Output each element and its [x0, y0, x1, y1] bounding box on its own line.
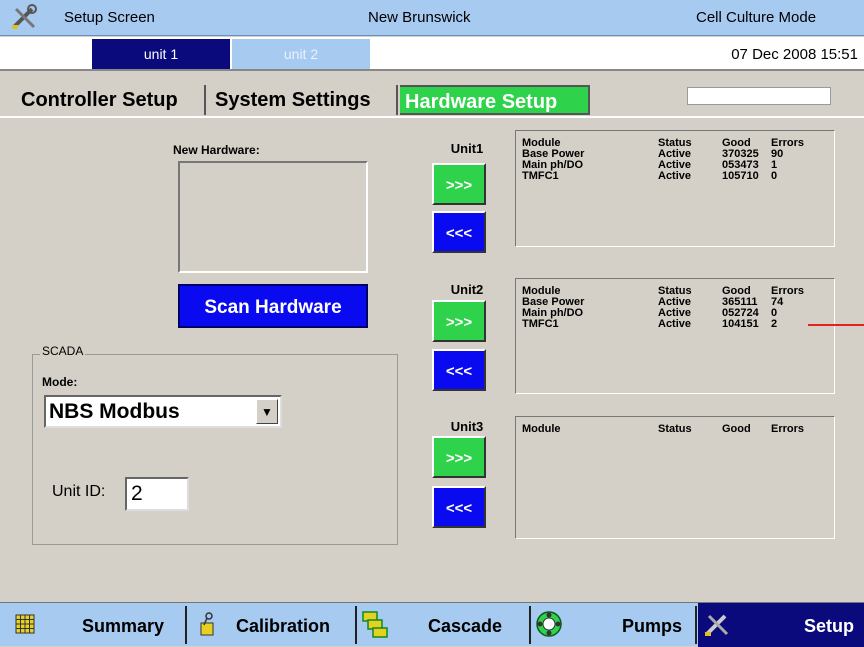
cell-good: 104151: [722, 318, 759, 330]
date-time: 07 Dec 2008 15:51: [731, 46, 858, 63]
unit-id-field[interactable]: 2: [125, 477, 189, 511]
cell-good: 105710: [722, 170, 759, 182]
tab-bar: Controller Setup System Settings Hardwar…: [0, 85, 864, 117]
scada-group: [32, 354, 398, 545]
tools-icon: [705, 614, 729, 636]
mode-value: NBS Modbus: [49, 400, 180, 423]
nav-cascade[interactable]: Cascade: [358, 603, 530, 647]
unit-1-tab[interactable]: unit 1: [92, 39, 230, 69]
cell-module: TMFC1: [522, 170, 559, 182]
nav-summary-label: Summary: [82, 616, 165, 636]
tab-system-settings[interactable]: System Settings: [210, 85, 398, 115]
cell-errors: 2: [771, 318, 778, 330]
nav-pumps[interactable]: Pumps: [532, 603, 696, 647]
blank-field: [687, 87, 831, 105]
new-hardware-label: New Hardware:: [173, 143, 260, 157]
grid-icon: [15, 614, 35, 634]
nav-cascade-label: Cascade: [428, 616, 503, 636]
unit3-label: Unit3: [450, 419, 484, 434]
cell-module: TMFC1: [522, 318, 559, 330]
nav-summary[interactable]: Summary: [0, 603, 186, 647]
cell-status: Active: [658, 318, 692, 330]
cell-errors: 0: [771, 170, 778, 182]
unit-id-label: Unit ID:: [52, 483, 106, 500]
col-good: Good: [722, 423, 751, 435]
tab-controller-setup[interactable]: Controller Setup: [16, 85, 206, 115]
unit-2-tab[interactable]: unit 2: [232, 39, 370, 69]
mode-label: Mode:: [42, 375, 78, 389]
nav-setup[interactable]: Setup: [698, 603, 864, 647]
unit3-add-button[interactable]: >>>: [432, 436, 486, 478]
nav-divider: [355, 606, 357, 644]
unit2-module-list[interactable]: Module Status Good Errors Base Power Act…: [515, 278, 835, 394]
cell-status: Active: [658, 170, 692, 182]
divider: [0, 116, 864, 118]
unit1-label: Unit1: [450, 141, 484, 156]
dropdown-arrow-icon[interactable]: ▼: [256, 399, 278, 424]
nav-pumps-label: Pumps: [622, 616, 683, 636]
col-errors: Errors: [771, 423, 805, 435]
nav-calibration[interactable]: Calibration: [188, 603, 356, 647]
brand-title: New Brunswick: [368, 9, 471, 26]
scada-legend: SCADA: [40, 344, 86, 358]
nav-divider: [695, 606, 697, 644]
unit2-remove-button[interactable]: <<<: [432, 349, 486, 391]
col-status: Status: [658, 423, 692, 435]
mode-select[interactable]: NBS Modbus ▼: [44, 395, 282, 428]
unit1-module-list[interactable]: Module Status Good Errors Base Power Act…: [515, 130, 835, 247]
unit-bar: unit 1 unit 2 07 Dec 2008 15:51: [0, 37, 864, 71]
nav-setup-label: Setup: [804, 616, 855, 636]
unit1-add-button[interactable]: >>>: [432, 163, 486, 205]
tab-hardware-setup[interactable]: Hardware Setup: [400, 85, 590, 115]
col-module: Module: [522, 423, 561, 435]
screen-title: Setup Screen: [64, 9, 155, 26]
cascade-icon: [362, 611, 388, 638]
unit1-remove-button[interactable]: <<<: [432, 211, 486, 253]
pump-icon: [536, 611, 562, 637]
new-hardware-list[interactable]: [178, 161, 368, 273]
mode-title: Cell Culture Mode: [696, 9, 817, 26]
bottom-nav: Summary Calibration Cascade Pumps Setup: [0, 602, 864, 647]
red-indicator-line: [808, 324, 864, 326]
scan-hardware-button[interactable]: Scan Hardware: [178, 284, 368, 328]
beaker-icon: [200, 612, 214, 636]
nav-divider: [185, 606, 187, 644]
tools-icon: [12, 4, 37, 29]
unit2-add-button[interactable]: >>>: [432, 300, 486, 342]
title-bar: Setup Screen New Brunswick Cell Culture …: [0, 0, 864, 36]
nav-divider: [529, 606, 531, 644]
nav-calibration-label: Calibration: [236, 616, 331, 636]
unit3-module-list[interactable]: Module Status Good Errors: [515, 416, 835, 539]
unit3-remove-button[interactable]: <<<: [432, 486, 486, 528]
unit2-label: Unit2: [450, 282, 484, 297]
